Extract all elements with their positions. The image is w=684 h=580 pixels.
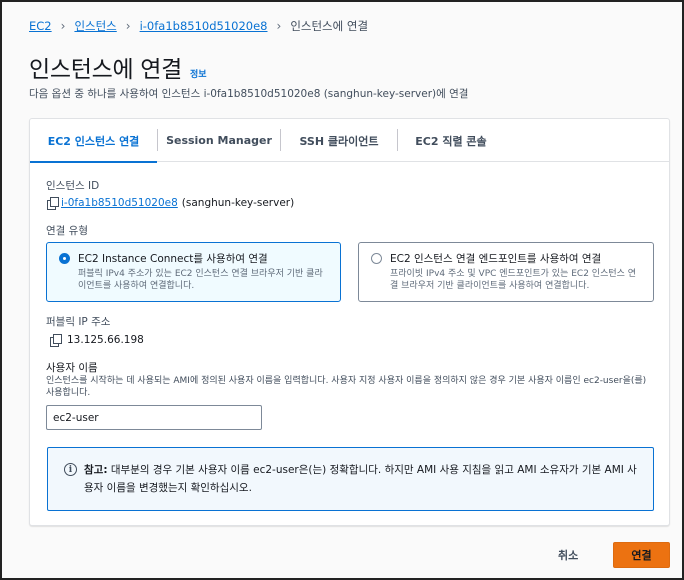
connection-option-instance-connect[interactable]: EC2 Instance Connect를 사용하여 연결 퍼블릭 IPv4 주…	[46, 242, 341, 302]
copy-icon[interactable]	[46, 197, 59, 210]
info-alert: i 참고: 대부분의 경우 기본 사용자 이름 ec2-user은(는) 정확합…	[47, 447, 654, 511]
breadcrumb-instances[interactable]: 인스턴스	[74, 18, 116, 34]
tab-ssh-client[interactable]: SSH 클라이언트	[281, 119, 397, 162]
breadcrumb-ec2[interactable]: EC2	[29, 19, 52, 33]
cancel-button[interactable]: 취소	[558, 547, 578, 563]
tab-ec2-instance-connect[interactable]: EC2 인스턴스 연결	[30, 119, 157, 163]
info-icon: i	[64, 463, 77, 476]
copy-icon[interactable]	[49, 334, 62, 347]
chevron-right-icon: ›	[276, 19, 282, 33]
username-description: 인스턴스를 시작하는 데 사용되는 AMI에 정의된 사용자 이름을 입력합니다…	[46, 376, 647, 398]
page-header: 인스턴스에 연결 정보	[29, 50, 207, 84]
chevron-right-icon: ›	[125, 19, 131, 33]
page-title: 인스턴스에 연결	[29, 57, 183, 83]
connection-option-endpoint[interactable]: EC2 인스턴스 연결 엔드포인트를 사용하여 연결 프라이빗 IPv4 주소 …	[358, 242, 654, 302]
instance-id-label: 인스턴스 ID	[46, 180, 100, 192]
window-frame: EC2 › 인스턴스 › i-0fa1b8510d51020e8 › 인스턴스에…	[0, 0, 684, 580]
instance-id-row: i-0fa1b8510d51020e8 (sanghun-key-server)	[46, 197, 295, 210]
instance-id-link[interactable]: i-0fa1b8510d51020e8	[61, 197, 178, 209]
page-description: 다음 옵션 중 하나를 사용하여 인스턴스 i-0fa1b8510d51020e…	[29, 88, 469, 100]
option-title: EC2 인스턴스 연결 엔드포인트를 사용하여 연결	[390, 253, 602, 265]
option-description: 퍼블릭 IPv4 주소가 있는 EC2 인스턴스 연결 브라우저 기반 클라이언…	[78, 269, 323, 291]
radio-button-checked[interactable]	[59, 253, 70, 264]
radio-button[interactable]	[371, 253, 382, 264]
breadcrumb-current: 인스턴스에 연결	[290, 19, 369, 33]
tab-session-manager[interactable]: Session Manager	[158, 119, 280, 162]
breadcrumb: EC2 › 인스턴스 › i-0fa1b8510d51020e8 › 인스턴스에…	[29, 18, 368, 34]
option-title: EC2 Instance Connect를 사용하여 연결	[78, 253, 268, 265]
option-description: 프라이빗 IPv4 주소 및 VPC 엔드포인트가 있는 EC2 인스턴스 연결…	[390, 269, 637, 291]
alert-prefix: 참고:	[84, 464, 108, 476]
public-ip-value: 13.125.66.198	[67, 334, 144, 346]
public-ip-row: 13.125.66.198	[49, 334, 144, 347]
username-label: 사용자 이름	[46, 362, 98, 374]
tab-list: EC2 인스턴스 연결 Session Manager SSH 클라이언트 EC…	[30, 119, 669, 163]
public-ip-label: 퍼블릭 IP 주소	[46, 316, 111, 328]
info-link[interactable]: 정보	[190, 67, 207, 80]
alert-text: 참고: 대부분의 경우 기본 사용자 이름 ec2-user은(는) 정확합니다…	[84, 461, 644, 497]
connect-button[interactable]: 연결	[613, 542, 670, 568]
instance-name: (sanghun-key-server)	[181, 197, 295, 209]
connection-type-label: 연결 유형	[46, 225, 88, 237]
breadcrumb-instance-id[interactable]: i-0fa1b8510d51020e8	[140, 19, 268, 33]
alert-message: 대부분의 경우 기본 사용자 이름 ec2-user은(는) 정확합니다. 하지…	[84, 464, 637, 494]
chevron-right-icon: ›	[60, 19, 66, 33]
username-input[interactable]	[46, 405, 262, 430]
tab-ec2-serial-console[interactable]: EC2 직렬 콘솔	[398, 119, 504, 162]
